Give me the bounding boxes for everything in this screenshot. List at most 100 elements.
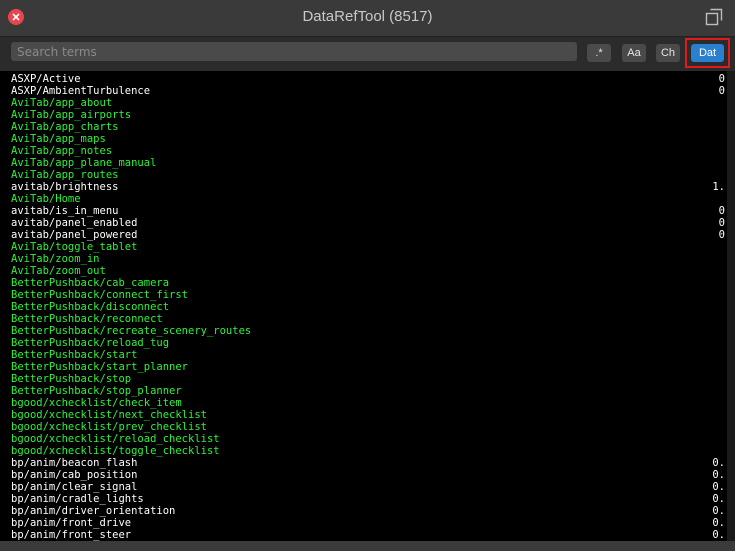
dataref-name[interactable]: bp/anim/beacon_flash bbox=[11, 457, 137, 469]
command-row[interactable]: BetterPushback/connect_first bbox=[0, 289, 727, 301]
dataref-name[interactable]: avitab/is_in_menu bbox=[11, 205, 118, 217]
command-row[interactable]: AviTab/app_notes bbox=[0, 145, 727, 157]
command-name[interactable]: BetterPushback/stop bbox=[11, 373, 131, 385]
dataref-name[interactable]: bp/anim/cab_position bbox=[11, 469, 137, 481]
command-row[interactable]: BetterPushback/cab_camera bbox=[0, 277, 727, 289]
command-name[interactable]: AviTab/Home bbox=[11, 193, 81, 205]
command-name[interactable]: AviTab/zoom_out bbox=[11, 265, 106, 277]
dataref-row[interactable]: ASXP/AmbientTurbulence 0 bbox=[0, 85, 727, 97]
dataref-row[interactable]: ASXP/Active 0 bbox=[0, 73, 727, 85]
command-row[interactable]: AviTab/app_routes bbox=[0, 169, 727, 181]
command-row[interactable]: BetterPushback/reload_tug bbox=[0, 337, 727, 349]
datarefs-toggle-button[interactable]: Dat bbox=[691, 44, 724, 62]
dataref-row[interactable]: bp/anim/cradle_lights 0. bbox=[0, 493, 727, 505]
dataref-name[interactable]: avitab/panel_powered bbox=[11, 229, 137, 241]
dataref-name[interactable]: bp/anim/cradle_lights bbox=[11, 493, 144, 505]
dataref-row[interactable]: avitab/panel_enabled 0 bbox=[0, 217, 727, 229]
command-name[interactable]: bgood/xchecklist/next_checklist bbox=[11, 409, 207, 421]
popout-button[interactable] bbox=[705, 8, 723, 26]
command-row[interactable]: bgood/xchecklist/next_checklist bbox=[0, 409, 727, 421]
command-name[interactable]: AviTab/toggle_tablet bbox=[11, 241, 137, 253]
case-sensitive-toggle-button[interactable]: Aa bbox=[622, 44, 646, 62]
dataref-row[interactable]: avitab/panel_powered 0 bbox=[0, 229, 727, 241]
command-row[interactable]: BetterPushback/reconnect bbox=[0, 313, 727, 325]
regex-toggle-button[interactable]: .* bbox=[587, 44, 611, 62]
command-name[interactable]: AviTab/app_maps bbox=[11, 133, 106, 145]
dataref-name[interactable]: bp/anim/front_steer bbox=[11, 529, 131, 541]
command-row[interactable]: AviTab/zoom_out bbox=[0, 265, 727, 277]
command-name[interactable]: bgood/xchecklist/reload_checklist bbox=[11, 433, 220, 445]
command-row[interactable]: BetterPushback/stop bbox=[0, 373, 727, 385]
command-row[interactable]: BetterPushback/stop_planner bbox=[0, 385, 727, 397]
dataref-row[interactable]: bp/anim/front_drive 0. bbox=[0, 517, 727, 529]
dataref-row[interactable]: avitab/is_in_menu 0 bbox=[0, 205, 727, 217]
dataref-row[interactable]: bp/anim/beacon_flash 0. bbox=[0, 457, 727, 469]
dataref-name[interactable]: ASXP/AmbientTurbulence bbox=[11, 85, 150, 97]
command-name[interactable]: BetterPushback/start_planner bbox=[11, 361, 188, 373]
command-name[interactable]: BetterPushback/disconnect bbox=[11, 301, 169, 313]
changed-only-toggle-button[interactable]: Ch bbox=[656, 44, 680, 62]
command-name[interactable]: AviTab/app_plane_manual bbox=[11, 157, 156, 169]
command-row[interactable]: BetterPushback/start_planner bbox=[0, 361, 727, 373]
command-name[interactable]: bgood/xchecklist/prev_checklist bbox=[11, 421, 207, 433]
command-name[interactable]: BetterPushback/stop_planner bbox=[11, 385, 182, 397]
dataref-value[interactable]: 0. bbox=[712, 493, 725, 505]
command-row[interactable]: AviTab/Home bbox=[0, 193, 727, 205]
command-name[interactable]: BetterPushback/connect_first bbox=[11, 289, 188, 301]
command-name[interactable]: bgood/xchecklist/toggle_checklist bbox=[11, 445, 220, 457]
command-row[interactable]: AviTab/toggle_tablet bbox=[0, 241, 727, 253]
command-row[interactable]: BetterPushback/recreate_scenery_routes bbox=[0, 325, 727, 337]
command-row[interactable]: bgood/xchecklist/prev_checklist bbox=[0, 421, 727, 433]
dataref-row[interactable]: avitab/brightness 1. bbox=[0, 181, 727, 193]
command-row[interactable]: AviTab/zoom_in bbox=[0, 253, 727, 265]
command-name[interactable]: AviTab/app_airports bbox=[11, 109, 131, 121]
dataref-name[interactable]: bp/anim/driver_orientation bbox=[11, 505, 175, 517]
command-row[interactable]: AviTab/app_airports bbox=[0, 109, 727, 121]
dataref-name[interactable]: ASXP/Active bbox=[11, 73, 81, 85]
dataref-list[interactable]: ASXP/Active 0 ASXP/AmbientTurbulence 0 AviTa… bbox=[0, 71, 735, 541]
dataref-value[interactable]: 0 bbox=[719, 205, 725, 217]
dataref-value[interactable]: 0 bbox=[719, 217, 725, 229]
command-name[interactable]: AviTab/app_notes bbox=[11, 145, 112, 157]
command-name[interactable]: AviTab/zoom_in bbox=[11, 253, 100, 265]
command-row[interactable]: BetterPushback/disconnect bbox=[0, 301, 727, 313]
title-bar[interactable]: DataRefTool (8517) bbox=[0, 0, 735, 37]
command-row[interactable]: bgood/xchecklist/reload_checklist bbox=[0, 433, 727, 445]
command-name[interactable]: AviTab/app_charts bbox=[11, 121, 118, 133]
dataref-value[interactable]: 1. bbox=[712, 181, 725, 193]
list-scrollbar[interactable] bbox=[727, 71, 735, 541]
dataref-name[interactable]: bp/anim/clear_signal bbox=[11, 481, 137, 493]
command-row[interactable]: AviTab/app_plane_manual bbox=[0, 157, 727, 169]
dataref-row[interactable]: bp/anim/driver_orientation 0. bbox=[0, 505, 727, 517]
dataref-value[interactable]: 0. bbox=[712, 469, 725, 481]
command-name[interactable]: BetterPushback/start bbox=[11, 349, 137, 361]
command-name[interactable]: BetterPushback/cab_camera bbox=[11, 277, 169, 289]
command-row[interactable]: AviTab/app_charts bbox=[0, 121, 727, 133]
dataref-row[interactable]: bp/anim/cab_position 0. bbox=[0, 469, 727, 481]
dataref-value[interactable]: 0 bbox=[719, 229, 725, 241]
command-name[interactable]: AviTab/app_about bbox=[11, 97, 112, 109]
command-name[interactable]: AviTab/app_routes bbox=[11, 169, 118, 181]
dataref-row[interactable]: bp/anim/clear_signal 0. bbox=[0, 481, 727, 493]
dataref-value[interactable]: 0 bbox=[719, 73, 725, 85]
dataref-name[interactable]: bp/anim/front_drive bbox=[11, 517, 131, 529]
command-name[interactable]: BetterPushback/reload_tug bbox=[11, 337, 169, 349]
command-row[interactable]: AviTab/app_about bbox=[0, 97, 727, 109]
dataref-name[interactable]: avitab/panel_enabled bbox=[11, 217, 137, 229]
command-row[interactable]: BetterPushback/start bbox=[0, 349, 727, 361]
command-row[interactable]: bgood/xchecklist/check_item bbox=[0, 397, 727, 409]
command-row[interactable]: bgood/xchecklist/toggle_checklist bbox=[0, 445, 727, 457]
dataref-value[interactable]: 0. bbox=[712, 517, 725, 529]
dataref-name[interactable]: avitab/brightness bbox=[11, 181, 118, 193]
dataref-value[interactable]: 0. bbox=[712, 457, 725, 469]
command-name[interactable]: BetterPushback/recreate_scenery_routes bbox=[11, 325, 251, 337]
command-name[interactable]: bgood/xchecklist/check_item bbox=[11, 397, 182, 409]
command-row[interactable]: AviTab/app_maps bbox=[0, 133, 727, 145]
dataref-value[interactable]: 0. bbox=[712, 505, 725, 517]
dataref-row[interactable]: bp/anim/front_steer 0. bbox=[0, 529, 727, 541]
dataref-value[interactable]: 0. bbox=[712, 529, 725, 541]
command-name[interactable]: BetterPushback/reconnect bbox=[11, 313, 163, 325]
search-input[interactable] bbox=[11, 42, 577, 61]
dataref-value[interactable]: 0 bbox=[719, 85, 725, 97]
dataref-value[interactable]: 0. bbox=[712, 481, 725, 493]
